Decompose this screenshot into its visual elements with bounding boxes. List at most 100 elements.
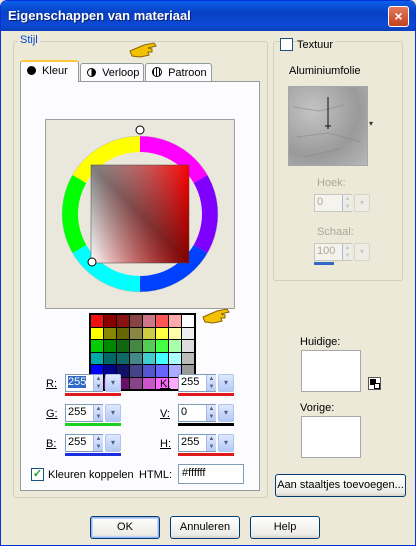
help-button[interactable]: Help [250, 516, 320, 539]
r-dropdown-button[interactable]: ▾ [105, 374, 121, 392]
v-dropdown-button[interactable]: ▾ [218, 404, 234, 422]
texture-dropdown-arrow-icon[interactable]: ▾ [369, 119, 373, 128]
color-swatch[interactable] [182, 327, 194, 339]
ok-button[interactable]: OK [90, 516, 160, 539]
color-swatch[interactable] [91, 315, 103, 327]
v-spinner[interactable]: 0 ▲ ▼ ▾ [178, 404, 238, 426]
color-swatch[interactable] [91, 352, 103, 364]
color-swatch[interactable] [169, 315, 181, 327]
color-swatch[interactable] [117, 315, 129, 327]
color-swatch[interactable] [156, 340, 168, 352]
r-label: R: [46, 378, 57, 390]
r-color-bar [65, 393, 121, 396]
couple-colors-checkbox[interactable]: ✓ [31, 468, 44, 481]
color-swatch[interactable] [117, 327, 129, 339]
tab-kleur[interactable]: Kleur [20, 60, 79, 82]
schaal-dropdown-button[interactable]: ▾ [354, 243, 370, 261]
html-color-field[interactable]: #ffffff [178, 464, 244, 484]
schaal-spin-arrows[interactable]: ▲ ▼ [342, 244, 352, 260]
color-swatch[interactable] [156, 352, 168, 364]
previous-color-preview[interactable] [301, 416, 361, 458]
color-swatch[interactable] [182, 352, 194, 364]
window-title: Eigenschappen van materiaal [8, 8, 191, 23]
title-bar[interactable]: Eigenschappen van materiaal × [1, 1, 415, 31]
color-swatch[interactable] [91, 327, 103, 339]
color-swatch[interactable] [143, 327, 155, 339]
color-swatch[interactable] [143, 365, 155, 377]
color-swatch[interactable] [130, 327, 142, 339]
k-spin-arrows[interactable]: ▲ ▼ [206, 375, 216, 391]
g-color-bar [65, 423, 121, 426]
hoek-spin-arrows[interactable]: ▲ ▼ [342, 195, 352, 211]
k-spinner[interactable]: 255 ▲ ▼ ▾ [178, 374, 238, 396]
v-label: V: [160, 408, 170, 420]
color-swatch[interactable] [130, 365, 142, 377]
color-marker [87, 257, 97, 267]
color-swatch[interactable] [143, 352, 155, 364]
texture-preview[interactable] [288, 86, 368, 166]
schaal-bar [314, 262, 334, 265]
color-swatch[interactable] [156, 365, 168, 377]
color-swatch[interactable] [182, 340, 194, 352]
color-swatch[interactable] [143, 340, 155, 352]
color-swatch[interactable] [156, 327, 168, 339]
h-spinner[interactable]: 255 ▲ ▼ ▾ [178, 434, 238, 456]
g-dropdown-button[interactable]: ▾ [105, 404, 121, 422]
tab-patroon-label: Patroon [168, 67, 207, 79]
color-swatch[interactable] [182, 315, 194, 327]
color-swatch[interactable] [130, 377, 142, 389]
b-dropdown-button[interactable]: ▾ [105, 434, 121, 452]
b-label: B: [46, 438, 57, 450]
color-swatch[interactable] [104, 340, 116, 352]
tab-verloop-label: Verloop [102, 67, 140, 79]
h-spin-arrows[interactable]: ▲ ▼ [206, 435, 216, 451]
couple-colors-label: Kleuren koppelen [48, 469, 134, 481]
schaal-spinner[interactable]: 100 ▲ ▼ ▾ [314, 243, 374, 265]
b-spin-arrows[interactable]: ▲ ▼ [93, 435, 103, 451]
textuur-checkbox[interactable] [280, 38, 293, 51]
b-spinner[interactable]: 255 ▲ ▼ ▾ [65, 434, 125, 456]
close-button[interactable]: × [388, 6, 409, 27]
hue-marker [135, 125, 145, 135]
v-spin-arrows[interactable]: ▲ ▼ [206, 405, 216, 421]
k-dropdown-button[interactable]: ▾ [218, 374, 234, 392]
add-to-swatches-button[interactable]: Aan staaltjes toevoegen... [275, 474, 406, 497]
cancel-button[interactable]: Annuleren [170, 516, 240, 539]
g-spinner[interactable]: 255 ▲ ▼ ▾ [65, 404, 125, 426]
tab-kleur-label: Kleur [42, 65, 68, 77]
hoek-dropdown-button[interactable]: ▾ [354, 194, 370, 212]
half-circle-icon [87, 68, 96, 77]
html-label: HTML: [139, 469, 172, 481]
color-swatch[interactable] [91, 340, 103, 352]
color-swatch[interactable] [156, 315, 168, 327]
color-swatch[interactable] [143, 377, 155, 389]
color-swatch[interactable] [169, 352, 181, 364]
color-swatch[interactable] [130, 315, 142, 327]
hand-pointer-icon [201, 305, 231, 333]
color-swatch[interactable] [169, 327, 181, 339]
color-swatch[interactable] [130, 340, 142, 352]
h-label: H: [160, 438, 171, 450]
color-wheel[interactable] [46, 120, 234, 308]
g-spin-arrows[interactable]: ▲ ▼ [93, 405, 103, 421]
color-swatch[interactable] [143, 315, 155, 327]
color-swatch[interactable] [117, 340, 129, 352]
color-swatch[interactable] [104, 327, 116, 339]
color-swatch[interactable] [130, 352, 142, 364]
r-spinner[interactable]: 255 ▲ ▼ ▾ [65, 374, 125, 396]
h-dropdown-button[interactable]: ▾ [218, 434, 234, 452]
color-wheel-panel [45, 119, 235, 309]
r-spin-arrows[interactable]: ▲ ▼ [93, 375, 103, 391]
swap-colors-icon[interactable] [368, 377, 381, 390]
g-label: G: [46, 408, 58, 420]
huidige-label: Huidige: [300, 336, 341, 348]
hoek-spinner[interactable]: 0 ▲ ▼ ▾ [314, 194, 374, 216]
material-properties-window: Eigenschappen van materiaal × Stijl Kleu… [0, 0, 416, 546]
color-swatch[interactable] [117, 352, 129, 364]
color-swatch[interactable] [104, 315, 116, 327]
v-color-bar [178, 423, 234, 426]
b-color-bar [65, 453, 121, 456]
color-swatch[interactable] [169, 340, 181, 352]
color-swatch[interactable] [104, 352, 116, 364]
textuur-label: Textuur [297, 39, 336, 51]
